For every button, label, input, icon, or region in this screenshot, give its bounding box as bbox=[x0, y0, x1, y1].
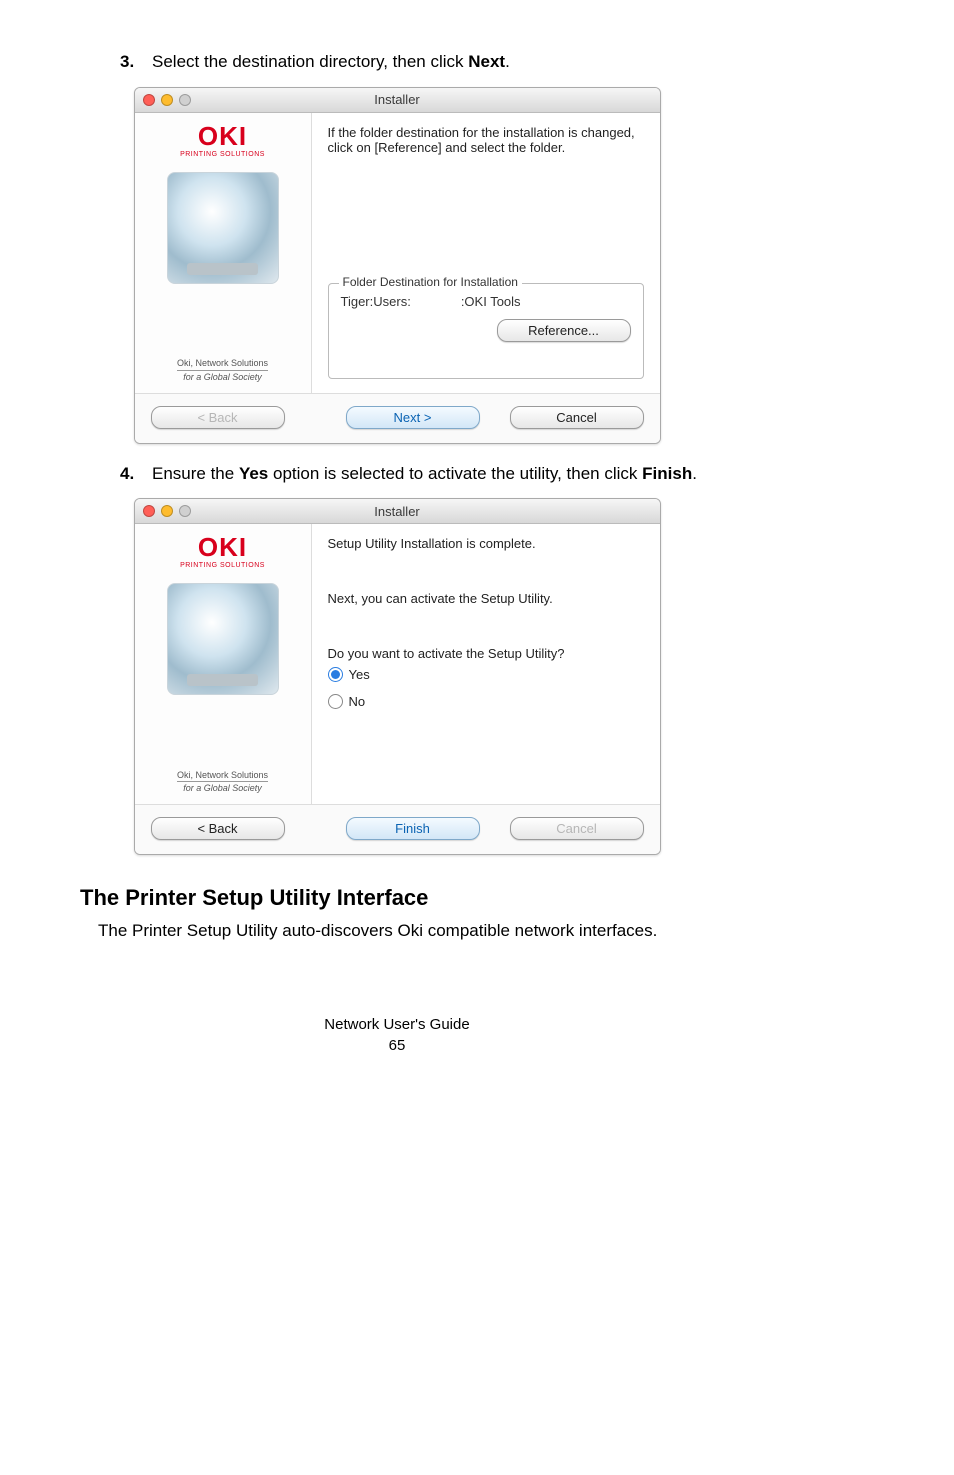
dialog-footer: < Back Finish Cancel bbox=[135, 804, 660, 854]
dialog-sidebar: OKI PRINTING SOLUTIONS Oki, Network Solu… bbox=[135, 524, 312, 804]
dialog-footer: < Back Next > Cancel bbox=[135, 393, 660, 443]
dialog-main: If the folder destination for the instal… bbox=[312, 113, 660, 393]
step-4: 4. Ensure the Yes option is selected to … bbox=[120, 462, 714, 487]
next-button[interactable]: Next > bbox=[346, 406, 480, 429]
radio-no-icon[interactable] bbox=[328, 694, 343, 709]
step-number: 4. bbox=[120, 462, 142, 487]
step-text: Select the destination directory, then c… bbox=[152, 50, 714, 75]
step-text: Ensure the Yes option is selected to act… bbox=[152, 462, 714, 487]
oki-logo: OKI bbox=[167, 534, 279, 560]
oki-logo: OKI bbox=[167, 123, 279, 149]
sidebar-brand-line1: Oki, Network Solutions bbox=[177, 770, 268, 783]
sidebar-image bbox=[167, 583, 279, 695]
oki-logo-tag: PRINTING SOLUTIONS bbox=[167, 562, 279, 569]
radio-yes-label: Yes bbox=[349, 667, 370, 682]
sidebar-image bbox=[167, 172, 279, 284]
titlebar: Installer bbox=[135, 499, 660, 524]
installer-dialog-1: Installer OKI PRINTING SOLUTIONS Oki, Ne… bbox=[134, 87, 661, 444]
footer-page-number: 65 bbox=[80, 1035, 714, 1056]
step4-bold1: Yes bbox=[239, 464, 268, 483]
activate-next-text: Next, you can activate the Setup Utility… bbox=[328, 591, 644, 606]
dialog-main: Setup Utility Installation is complete. … bbox=[312, 524, 660, 804]
back-button: < Back bbox=[151, 406, 285, 429]
step4-text-c: . bbox=[692, 464, 697, 483]
window-title: Installer bbox=[135, 504, 660, 519]
sidebar-brand: Oki, Network Solutions for a Global Soci… bbox=[177, 358, 268, 383]
step3-bold: Next bbox=[468, 52, 505, 71]
window-title: Installer bbox=[135, 92, 660, 107]
activate-question-text: Do you want to activate the Setup Utilit… bbox=[328, 646, 644, 661]
folder-legend: Folder Destination for Installation bbox=[339, 275, 522, 289]
finish-button[interactable]: Finish bbox=[346, 817, 480, 840]
oki-logo-tag: PRINTING SOLUTIONS bbox=[167, 151, 279, 158]
step3-text-a: Select the destination directory, then c… bbox=[152, 52, 468, 71]
step4-text-a: Ensure the bbox=[152, 464, 239, 483]
reference-button[interactable]: Reference... bbox=[497, 319, 631, 342]
instruction-text: If the folder destination for the instal… bbox=[328, 125, 644, 245]
sidebar-brand-line2: for a Global Society bbox=[177, 372, 268, 383]
page-footer: Network User's Guide 65 bbox=[80, 1014, 714, 1056]
cancel-button: Cancel bbox=[510, 817, 644, 840]
cancel-button[interactable]: Cancel bbox=[510, 406, 644, 429]
sidebar-brand: Oki, Network Solutions for a Global Soci… bbox=[177, 770, 268, 795]
step-number: 3. bbox=[120, 50, 142, 75]
folder-destination-group: Folder Destination for Installation Tige… bbox=[328, 283, 644, 379]
step4-text-b: option is selected to activate the utili… bbox=[268, 464, 642, 483]
titlebar: Installer bbox=[135, 88, 660, 113]
sidebar-brand-line1: Oki, Network Solutions bbox=[177, 358, 268, 371]
radio-yes-row[interactable]: Yes bbox=[328, 667, 644, 682]
radio-no-row[interactable]: No bbox=[328, 694, 644, 709]
folder-path-a: Tiger:Users: bbox=[341, 294, 411, 309]
section-heading: The Printer Setup Utility Interface bbox=[80, 885, 714, 911]
step4-bold2: Finish bbox=[642, 464, 692, 483]
step3-text-b: . bbox=[505, 52, 510, 71]
back-button[interactable]: < Back bbox=[151, 817, 285, 840]
installer-dialog-2: Installer OKI PRINTING SOLUTIONS Oki, Ne… bbox=[134, 498, 661, 855]
step-3: 3. Select the destination directory, the… bbox=[120, 50, 714, 75]
folder-path-b: :OKI Tools bbox=[461, 294, 521, 309]
footer-title: Network User's Guide bbox=[80, 1014, 714, 1035]
section-body: The Printer Setup Utility auto-discovers… bbox=[98, 919, 714, 944]
radio-yes-icon[interactable] bbox=[328, 667, 343, 682]
radio-no-label: No bbox=[349, 694, 366, 709]
dialog-sidebar: OKI PRINTING SOLUTIONS Oki, Network Solu… bbox=[135, 113, 312, 393]
complete-text: Setup Utility Installation is complete. bbox=[328, 536, 644, 551]
sidebar-brand-line2: for a Global Society bbox=[177, 783, 268, 794]
